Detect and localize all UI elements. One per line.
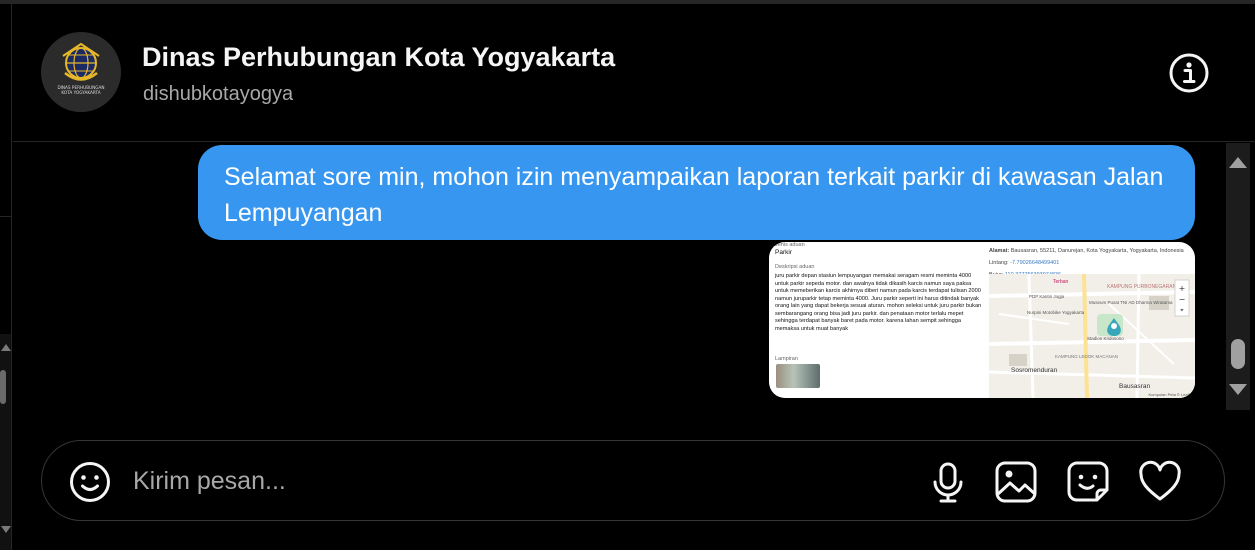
map: Terban KAMPUNG PURBONEGARAN PDP Kantin J…: [988, 273, 1195, 398]
map-label: KAMPUNG PURBONEGARAN: [1107, 284, 1177, 290]
like-button[interactable]: [1138, 460, 1182, 504]
category-label: Jenis aduan: [775, 242, 805, 248]
sent-message-bubble[interactable]: Selamat sore min, mohon izin menyampaika…: [198, 145, 1195, 240]
attachment-label: Lampiran: [775, 356, 798, 362]
map-label: PDP Kantin Jogja: [1029, 294, 1065, 299]
sticker-icon: [1067, 461, 1109, 502]
zoom-out-icon[interactable]: −: [1179, 295, 1186, 304]
report-document: Jenis aduan Parkir Deskripsi aduan juru …: [775, 242, 983, 398]
map-label: Stadion Kridosono: [1087, 336, 1124, 341]
chat-username: dishubkotayogya: [143, 83, 294, 105]
map-label: Sosromenduran: [1011, 367, 1058, 374]
category-value: Parkir: [775, 249, 792, 256]
chat-title[interactable]: Dinas Perhubungan Kota Yogyakarta: [142, 42, 615, 73]
chat-header: DINAS PERHUBUNGAN KOTA YOGYAKARTA Dinas …: [13, 4, 1255, 142]
scroll-thumb[interactable]: [1231, 339, 1245, 369]
sticker-button[interactable]: [1066, 460, 1110, 504]
map-label: Bausasran: [1119, 383, 1150, 390]
left-scrollbar[interactable]: [0, 334, 11, 550]
lintang-value: -7.79026648499401: [1010, 260, 1060, 266]
emoji-button[interactable]: [68, 460, 112, 504]
divider: [0, 216, 11, 217]
map-label: Terban: [1053, 279, 1069, 285]
voice-message-button[interactable]: [926, 460, 970, 504]
avatar[interactable]: DINAS PERHUBUNGAN KOTA YOGYAKARTA: [41, 32, 121, 112]
report-map-panel: Alamat: Bausasran, 55211, Danurejan, Kot…: [988, 242, 1195, 398]
map-label: Museum Pusat TNI AD Dharma Wiratama: [1089, 300, 1173, 305]
scroll-up-arrow[interactable]: [1229, 157, 1247, 168]
zoom-in-icon[interactable]: +: [1179, 284, 1186, 293]
description-text: juru parkir depan stasiun lempuyangan me…: [775, 273, 982, 332]
map-label: Nurpini Motobike Yogyakarta: [1027, 310, 1085, 315]
message-input[interactable]: [133, 461, 893, 501]
thread-scrollbar[interactable]: [1226, 143, 1250, 410]
emoji-icon: [70, 462, 110, 502]
map-attribution: Kumpulan Peta © Leaflet: [1148, 392, 1193, 397]
info-button[interactable]: [1168, 52, 1210, 94]
svg-text:KOTA YOGYAKARTA: KOTA YOGYAKARTA: [61, 90, 100, 95]
lintang-label: Lintang:: [989, 260, 1009, 266]
dishub-logo: DINAS PERHUBUNGAN KOTA YOGYAKARTA: [41, 32, 121, 112]
heart-icon: [1139, 460, 1181, 501]
address-label: Alamat:: [989, 248, 1010, 254]
address-value: Bausasran, 55211, Danurejan, Kota Yogyak…: [1010, 248, 1184, 254]
left-scroll-up-arrow[interactable]: [1, 344, 11, 351]
message-thread[interactable]: Selamat sore min, mohon izin menyampaika…: [13, 143, 1225, 410]
description-label: Deskripsi aduan: [775, 264, 815, 270]
left-scroll-down-arrow[interactable]: [1, 526, 11, 533]
conversation-list-pane: [0, 4, 12, 550]
scroll-down-arrow[interactable]: [1229, 384, 1247, 395]
map-graphic: Terban KAMPUNG PURBONEGARAN PDP Kantin J…: [988, 273, 1195, 398]
microphone-icon: [933, 462, 963, 503]
map-label: KAMPUNG LEDOK MACANAN: [1055, 354, 1118, 359]
info-icon: [1169, 53, 1209, 93]
add-photo-button[interactable]: [994, 460, 1038, 504]
sent-image-message[interactable]: Jenis aduan Parkir Deskripsi aduan juru …: [769, 242, 1195, 398]
attachment-thumbnail: [776, 364, 820, 388]
left-scroll-thumb[interactable]: [0, 370, 6, 404]
message-composer: [41, 440, 1225, 521]
image-icon: [995, 461, 1037, 503]
